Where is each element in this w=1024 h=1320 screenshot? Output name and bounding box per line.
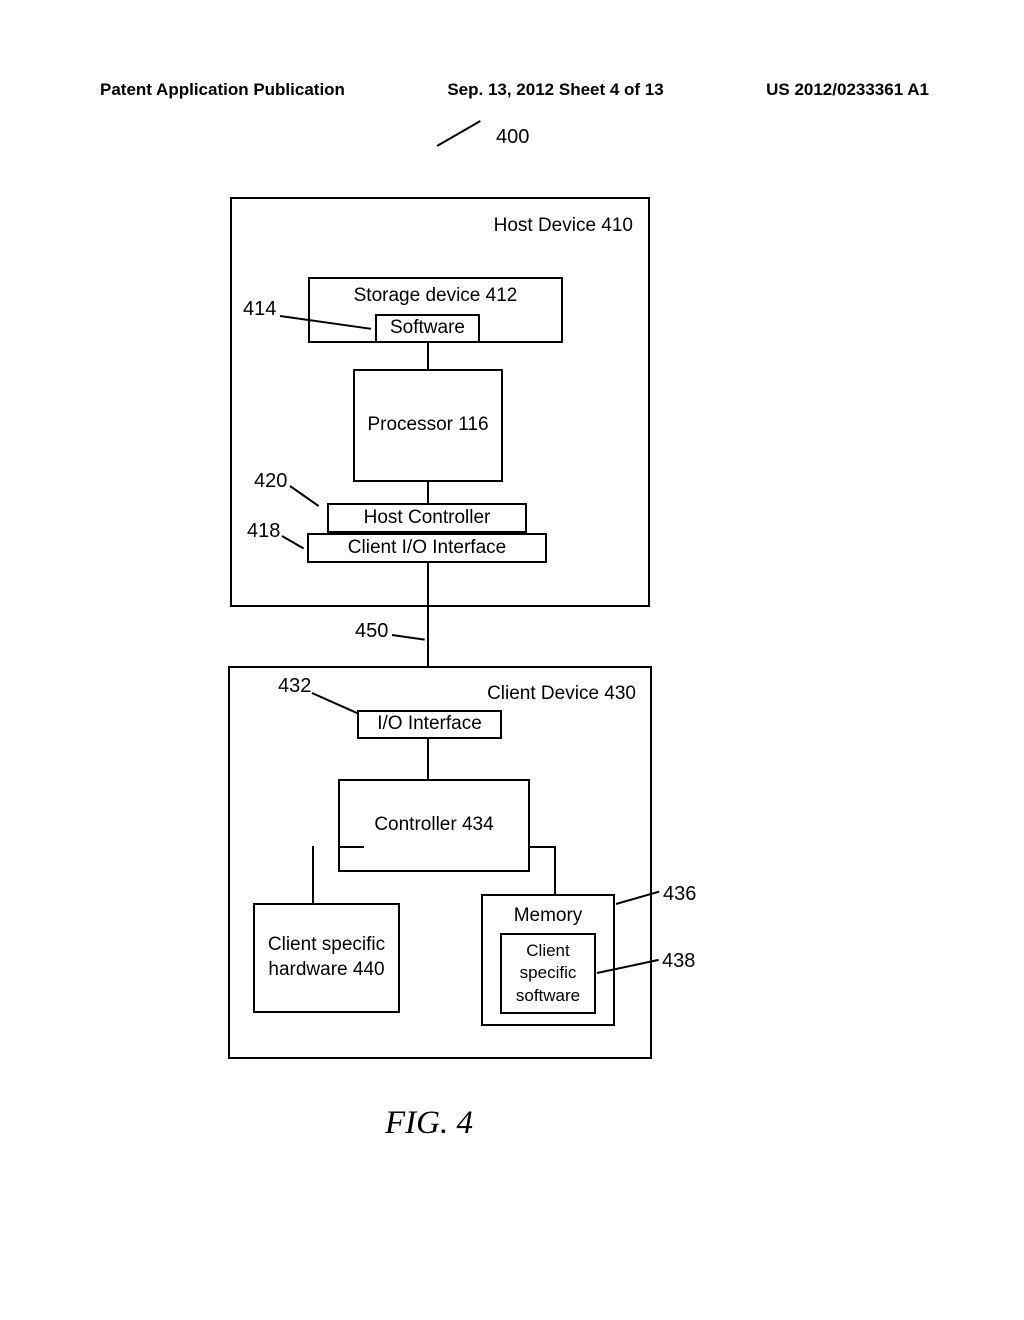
client-hardware-label: Client specific hardware 440: [255, 933, 398, 982]
connector-storage-processor: [427, 343, 429, 369]
client-software-label: Client specific software: [502, 940, 594, 1006]
client-hardware-box: Client specific hardware 440: [253, 903, 400, 1013]
client-io-interface-box: Client I/O Interface: [307, 533, 547, 563]
connector-clientio-hostbottom: [427, 563, 429, 607]
leader-400: [437, 120, 481, 147]
client-io-interface-label: Client I/O Interface: [348, 536, 506, 561]
host-device-label: Host Device 410: [494, 214, 633, 239]
page-header: Patent Application Publication Sep. 13, …: [0, 80, 1024, 100]
connector-ctrl-mem-h: [528, 846, 556, 848]
host-controller-ref-label: 420: [254, 470, 287, 493]
connector-link-450: [427, 607, 429, 666]
header-left: Patent Application Publication: [100, 80, 345, 100]
client-io-ref-label: 418: [247, 520, 280, 543]
connector-ctrl-mem-v: [554, 846, 556, 894]
client-software-box: Client specific software: [500, 933, 596, 1014]
header-right: US 2012/0233361 A1: [766, 80, 929, 100]
io-interface-ref-label: 432: [278, 675, 311, 698]
client-sw-ref-label: 438: [662, 950, 695, 973]
header-center: Sep. 13, 2012 Sheet 4 of 13: [447, 80, 663, 100]
memory-label: Memory: [514, 904, 583, 929]
connector-ctrl-hw-v: [312, 846, 314, 903]
software-box: Software: [375, 314, 480, 343]
processor-label: Processor 116: [367, 413, 488, 438]
io-interface-box: I/O Interface: [357, 710, 502, 739]
software-ref-label: 414: [243, 298, 276, 321]
software-label: Software: [390, 316, 465, 341]
controller-box: Controller 434: [338, 779, 530, 872]
controller-label: Controller 434: [374, 813, 493, 838]
io-interface-label: I/O Interface: [377, 712, 482, 737]
processor-box: Processor 116: [353, 369, 503, 482]
connector-processor-hostctrl: [427, 482, 429, 503]
host-controller-label: Host Controller: [364, 506, 491, 531]
system-ref-label: 400: [496, 126, 529, 149]
memory-ref-label: 436: [663, 883, 696, 906]
figure-title: FIG. 4: [385, 1105, 473, 1142]
leader-450: [392, 634, 425, 641]
client-device-label: Client Device 430: [487, 682, 636, 707]
link-ref-label: 450: [355, 620, 388, 643]
connector-ioiface-controller: [427, 739, 429, 779]
storage-device-label: Storage device 412: [354, 284, 518, 309]
host-controller-box: Host Controller: [327, 503, 527, 533]
connector-ctrl-hw-h: [338, 846, 364, 848]
